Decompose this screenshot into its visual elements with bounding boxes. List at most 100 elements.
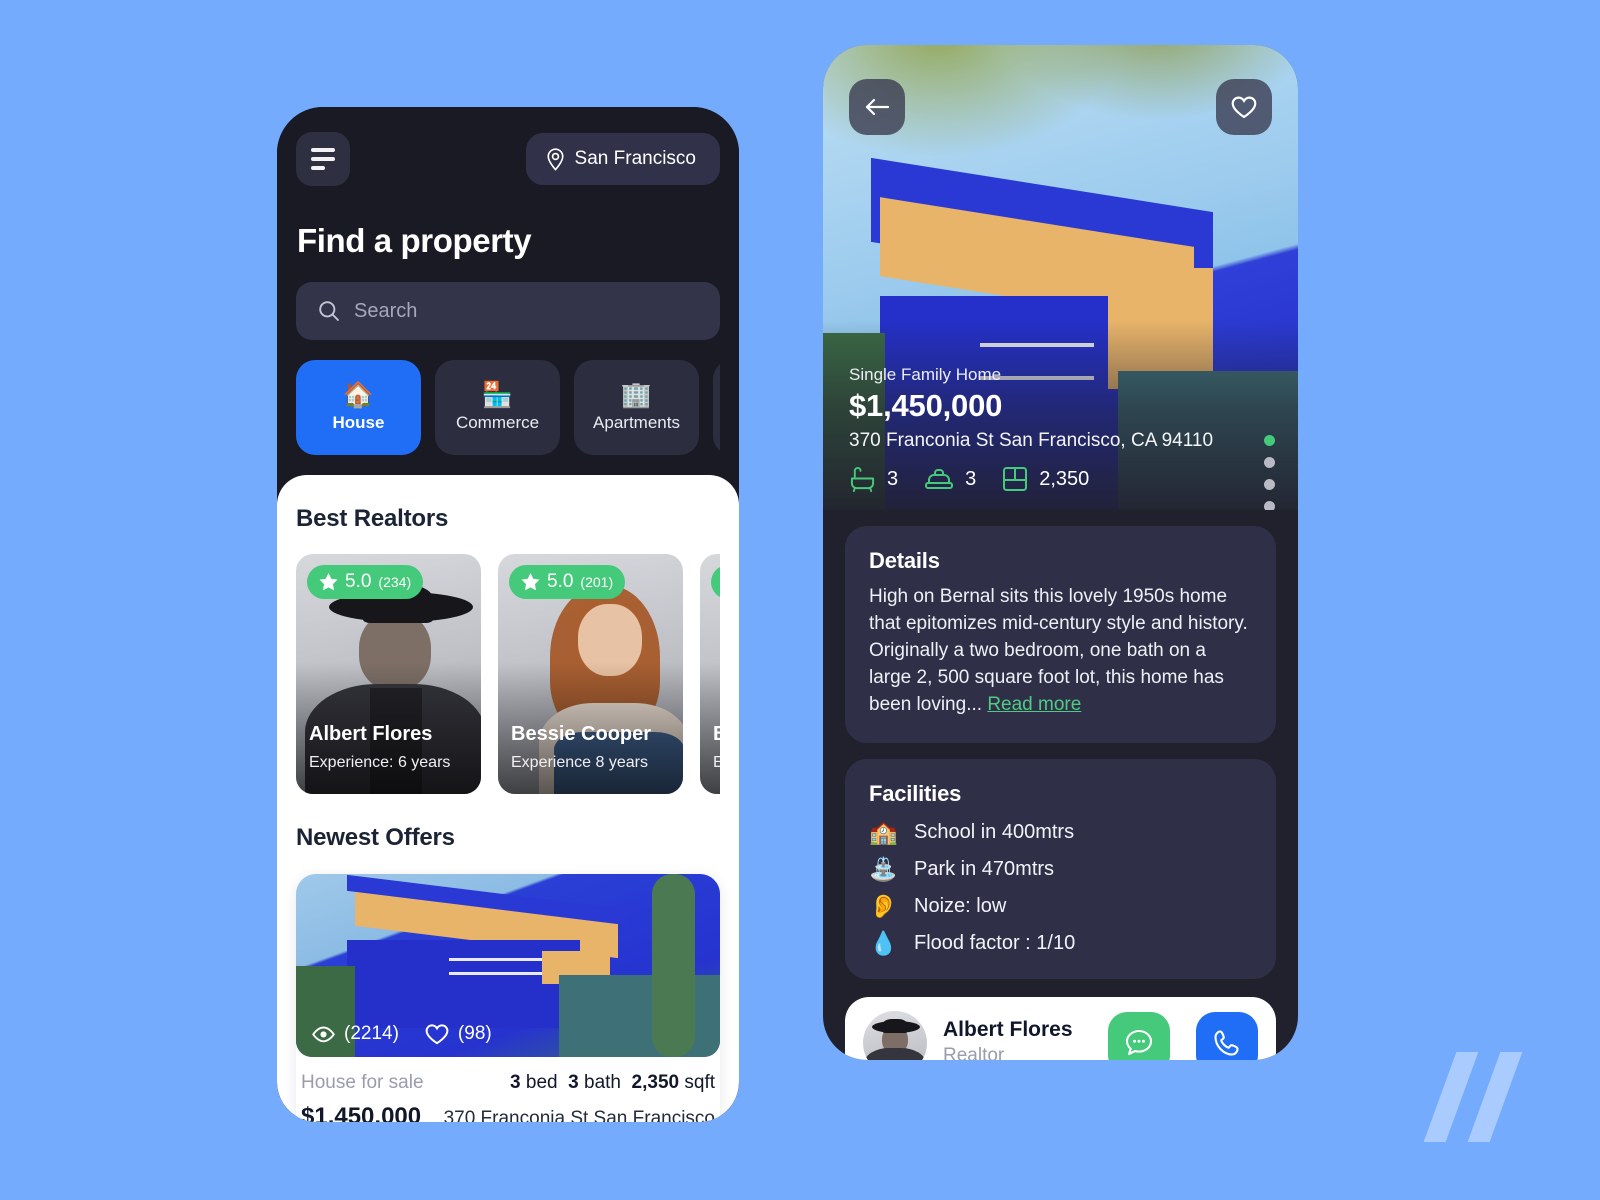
gallery-dot-active[interactable] [1264,435,1275,446]
offer-card[interactable]: (2214) (98) House for sale 3 bed 3 bath … [296,874,720,1122]
property-price: $1,450,000 [849,388,1003,423]
rating-badge: 5.0 (201) [509,565,626,599]
search-icon [319,301,339,321]
beds-spec: 3 [924,467,976,491]
property-detail-phone: Single Family Home $1,450,000 370 Franco… [823,45,1298,1060]
star-icon [319,573,338,591]
category-tabs: 🏠 House 🏪 Commerce 🏢 Apartments [296,360,720,455]
home-screen-phone: San Francisco Find a property Search 🏠 H… [277,107,739,1122]
category-label: Apartments [593,412,680,432]
water-drop-icon: 💧 [869,929,898,956]
facility-label: Park in 470mtrs [914,857,1055,880]
floorplan-icon [1003,467,1028,491]
page-title: Find a property [297,222,532,259]
category-tab-next[interactable] [713,360,720,455]
best-realtors-title: Best Realtors [296,505,449,532]
realtor-card[interactable]: 5.0 (234) Albert Flores Experience: 6 ye… [296,554,481,794]
property-address: 370 Franconia St San Francisco, CA 94110 [849,430,1214,451]
realtor-experience: Exper [713,754,720,771]
ear-icon: 👂 [869,892,898,919]
details-card: Details High on Bernal sits this lovely … [845,526,1276,743]
house-icon: 🏠 [342,380,375,409]
area-value: 2,350 [1039,467,1090,490]
read-more-link[interactable]: Read more [987,694,1081,715]
chat-button[interactable] [1108,1011,1170,1060]
gallery-pagination[interactable] [1264,435,1275,510]
menu-button[interactable] [296,132,350,186]
location-selector[interactable]: San Francisco [525,133,720,185]
rating-badge: 5.0 (234) [307,565,424,599]
facility-item: 💧 Flood factor : 1/10 [869,929,1252,956]
realtor-card[interactable]: 5.0 (201) Bessie Cooper Experience 8 yea… [498,554,683,794]
fountain-icon: ⛲ [869,855,898,882]
offer-area-label: sqft [684,1072,715,1093]
star-icon [521,573,540,591]
property-hero-image: Single Family Home $1,450,000 370 Franco… [823,45,1298,510]
property-specs: 3 3 2,350 [849,466,1238,492]
home-topbar: San Francisco [296,132,720,186]
slash-icon [1423,1052,1479,1142]
brand-watermark [1418,1052,1538,1142]
category-label: House [332,412,385,432]
category-tab-commerce[interactable]: 🏪 Commerce [435,360,560,455]
phone-icon [1214,1030,1239,1056]
filter-icon [311,148,335,170]
details-title: Details [869,548,940,573]
realtor-name: Albert Flores [309,723,433,745]
views-stat: (2214) [312,1023,399,1045]
call-button[interactable] [1196,1011,1258,1060]
agent-contact-bar: Albert Flores Realtor [845,996,1276,1060]
offer-beds-label: bed [525,1072,558,1093]
offer-baths: 3 [568,1072,579,1093]
realtor-card[interactable]: 4 Broo Exper [700,554,720,794]
home-header: San Francisco Find a property Search 🏠 H… [277,107,739,455]
facilities-title: Facilities [869,780,962,806]
facilities-card: Facilities 🏫 School in 400mtrs ⛲ Park in… [845,758,1276,979]
facility-item: 👂 Noize: low [869,892,1252,919]
offer-engagement: (2214) (98) [312,1023,492,1045]
offer-area: 2,350 [631,1072,680,1093]
offer-photo: (2214) (98) [296,874,720,1057]
home-content-sheet: Best Realtors 5.0 (234) Albert Flores Ex… [277,475,739,1122]
avatar [863,1010,927,1060]
back-button[interactable] [849,79,905,135]
bed-icon [925,469,954,489]
offer-meta: House for sale 3 bed 3 bath 2,350 sqft $… [296,1057,720,1122]
category-tab-apartments[interactable]: 🏢 Apartments [574,360,699,455]
search-placeholder: Search [354,299,418,322]
details-text: High on Bernal sits this lovely 1950s ho… [869,584,1252,719]
chat-bubble-icon [1125,1029,1153,1055]
facility-label: Noize: low [914,894,1007,917]
area-spec: 2,350 [1002,466,1089,492]
back-arrow-icon [865,98,890,116]
eye-icon [312,1026,335,1042]
realtor-experience: Experience: 6 years [309,754,451,771]
gallery-dot[interactable] [1264,501,1275,510]
offer-line-bottom: $1,450,000 370 Franconia St San Francisc… [301,1103,715,1122]
offer-specs: 3 bed 3 bath 2,350 sqft [510,1072,715,1094]
agent-role: Realtor [943,1045,1005,1060]
location-pin-icon [547,147,564,171]
building-icon: 🏢 [620,380,653,409]
realtor-name: Broo [713,723,720,746]
realtor-name: Bessie Cooper [511,723,652,745]
property-summary: Single Family Home $1,450,000 370 Franco… [849,365,1238,492]
offer-status: House for sale [301,1072,424,1093]
beds-count: 3 [965,467,977,490]
heart-icon [1231,96,1257,118]
facility-item: 🏫 School in 400mtrs [869,820,1252,844]
favorite-button[interactable] [1216,79,1272,135]
gallery-dot[interactable] [1264,479,1275,490]
views-count: (2214) [344,1023,399,1044]
facility-label: Flood factor : 1/10 [914,931,1076,954]
search-input[interactable]: Search [296,282,720,340]
detail-content: Details High on Bernal sits this lovely … [823,510,1298,1060]
realtor-experience: Experience 8 years [511,754,648,771]
baths-count: 3 [887,467,899,490]
best-realtors-list[interactable]: 5.0 (234) Albert Flores Experience: 6 ye… [296,554,720,794]
newest-offers-title: Newest Offers [296,824,455,851]
gallery-dot[interactable] [1264,457,1275,468]
location-label: San Francisco [574,148,696,169]
likes-count: (98) [457,1023,492,1044]
category-tab-house[interactable]: 🏠 House [296,360,421,455]
